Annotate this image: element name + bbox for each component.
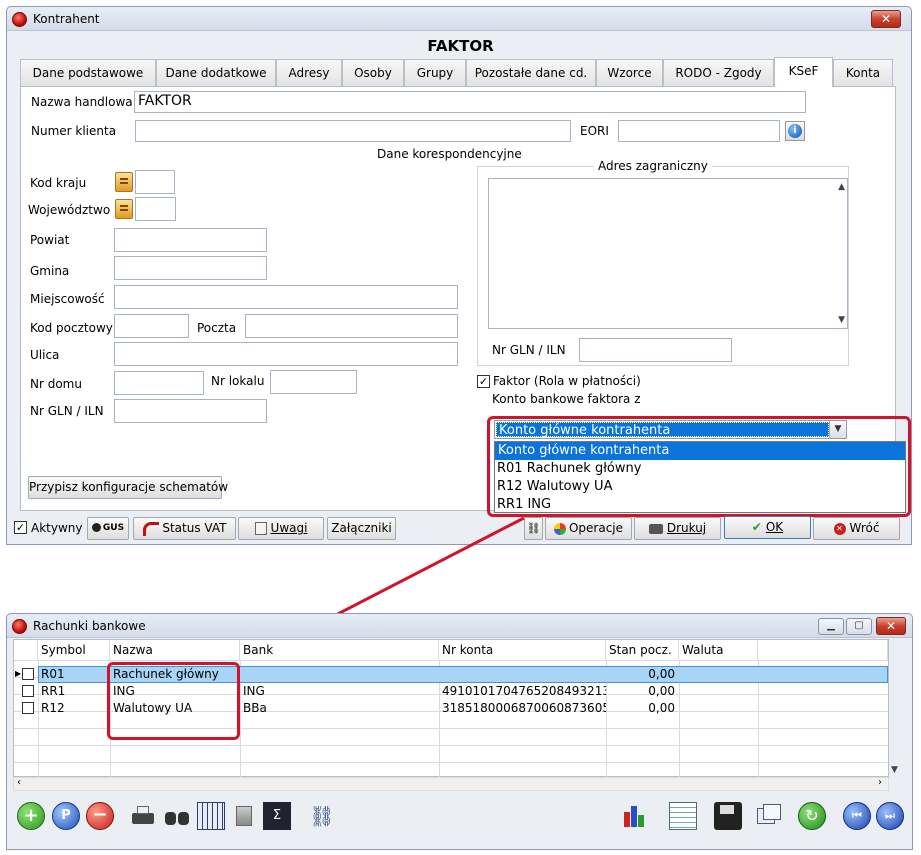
save-icon[interactable]: [714, 802, 742, 830]
cell-balance: 0,00: [648, 701, 675, 715]
vertical-scroll-down-icon[interactable]: ▼: [891, 765, 898, 775]
scroll-right-icon[interactable]: ›: [878, 777, 882, 788]
link-tool-icon[interactable]: ⛓: [308, 802, 336, 830]
cell-bank: [240, 666, 439, 683]
windows-icon[interactable]: [755, 802, 783, 830]
column-header[interactable]: Bank: [240, 640, 439, 660]
bank-titlebar: Rachunki bankowe ▁ ▢ ✕: [7, 614, 912, 638]
column-header[interactable]: Nazwa: [110, 640, 240, 660]
delete-icon[interactable]: −: [86, 802, 114, 830]
row-checkbox[interactable]: [22, 702, 34, 714]
calendar-icon[interactable]: [197, 802, 225, 830]
column-header[interactable]: [758, 640, 888, 660]
row-checkbox[interactable]: [22, 685, 34, 697]
bank-app-icon: [12, 619, 27, 634]
minimize-button[interactable]: ▁: [818, 618, 844, 635]
binoculars-icon[interactable]: [163, 802, 191, 830]
column-header[interactable]: Stan pocz.: [606, 640, 679, 660]
cell-bank: ING: [243, 684, 265, 698]
row-checkbox[interactable]: [22, 668, 34, 680]
maximize-button[interactable]: ▢: [846, 618, 872, 635]
chart-icon[interactable]: [621, 802, 649, 830]
edit-icon[interactable]: P: [52, 802, 80, 830]
refresh-icon[interactable]: ↻: [798, 802, 826, 830]
filter-icon[interactable]: [231, 802, 259, 830]
cell-bank: BBa: [243, 701, 267, 715]
bank-window-title: Rachunki bankowe: [33, 619, 146, 633]
column-header[interactable]: [14, 640, 38, 660]
cell-currency: [679, 700, 758, 717]
tab-ksef[interactable]: KSeF: [774, 57, 833, 87]
column-header[interactable]: Waluta: [679, 640, 758, 660]
cell-account: 318518000687006087360505: [442, 701, 606, 715]
cell-currency: [679, 683, 758, 700]
column-header[interactable]: Symbol: [38, 640, 110, 660]
scroll-left-icon[interactable]: ‹: [17, 777, 21, 788]
horizontal-scrollbar[interactable]: ‹ ›: [13, 777, 889, 791]
cell-balance: 0,00: [648, 667, 675, 681]
grid-divider: [14, 745, 888, 746]
add-icon[interactable]: +: [17, 802, 45, 830]
cell-symbol: R01: [41, 667, 65, 681]
cell-symbol: R12: [41, 701, 65, 715]
grid-divider: [14, 660, 888, 661]
bank-close-button[interactable]: ✕: [876, 617, 906, 635]
cell-currency: [679, 666, 758, 683]
current-row-indicator-icon: ▶: [15, 669, 22, 678]
grid-divider: [14, 762, 888, 763]
last-record-icon[interactable]: ⏭: [876, 802, 904, 830]
sum-icon[interactable]: Σ: [263, 802, 291, 830]
name-column-highlight-frame: [107, 662, 240, 740]
cell-balance: 0,00: [648, 684, 675, 698]
cell-symbol: RR1: [41, 684, 66, 698]
spreadsheet-icon[interactable]: [669, 802, 697, 830]
first-record-icon[interactable]: ⏮: [843, 802, 871, 830]
printer-icon[interactable]: [129, 802, 157, 830]
column-header[interactable]: Nr konta: [439, 640, 606, 660]
cell-account: [439, 666, 606, 683]
cell-account: 49101017047652084932136: [442, 684, 606, 698]
